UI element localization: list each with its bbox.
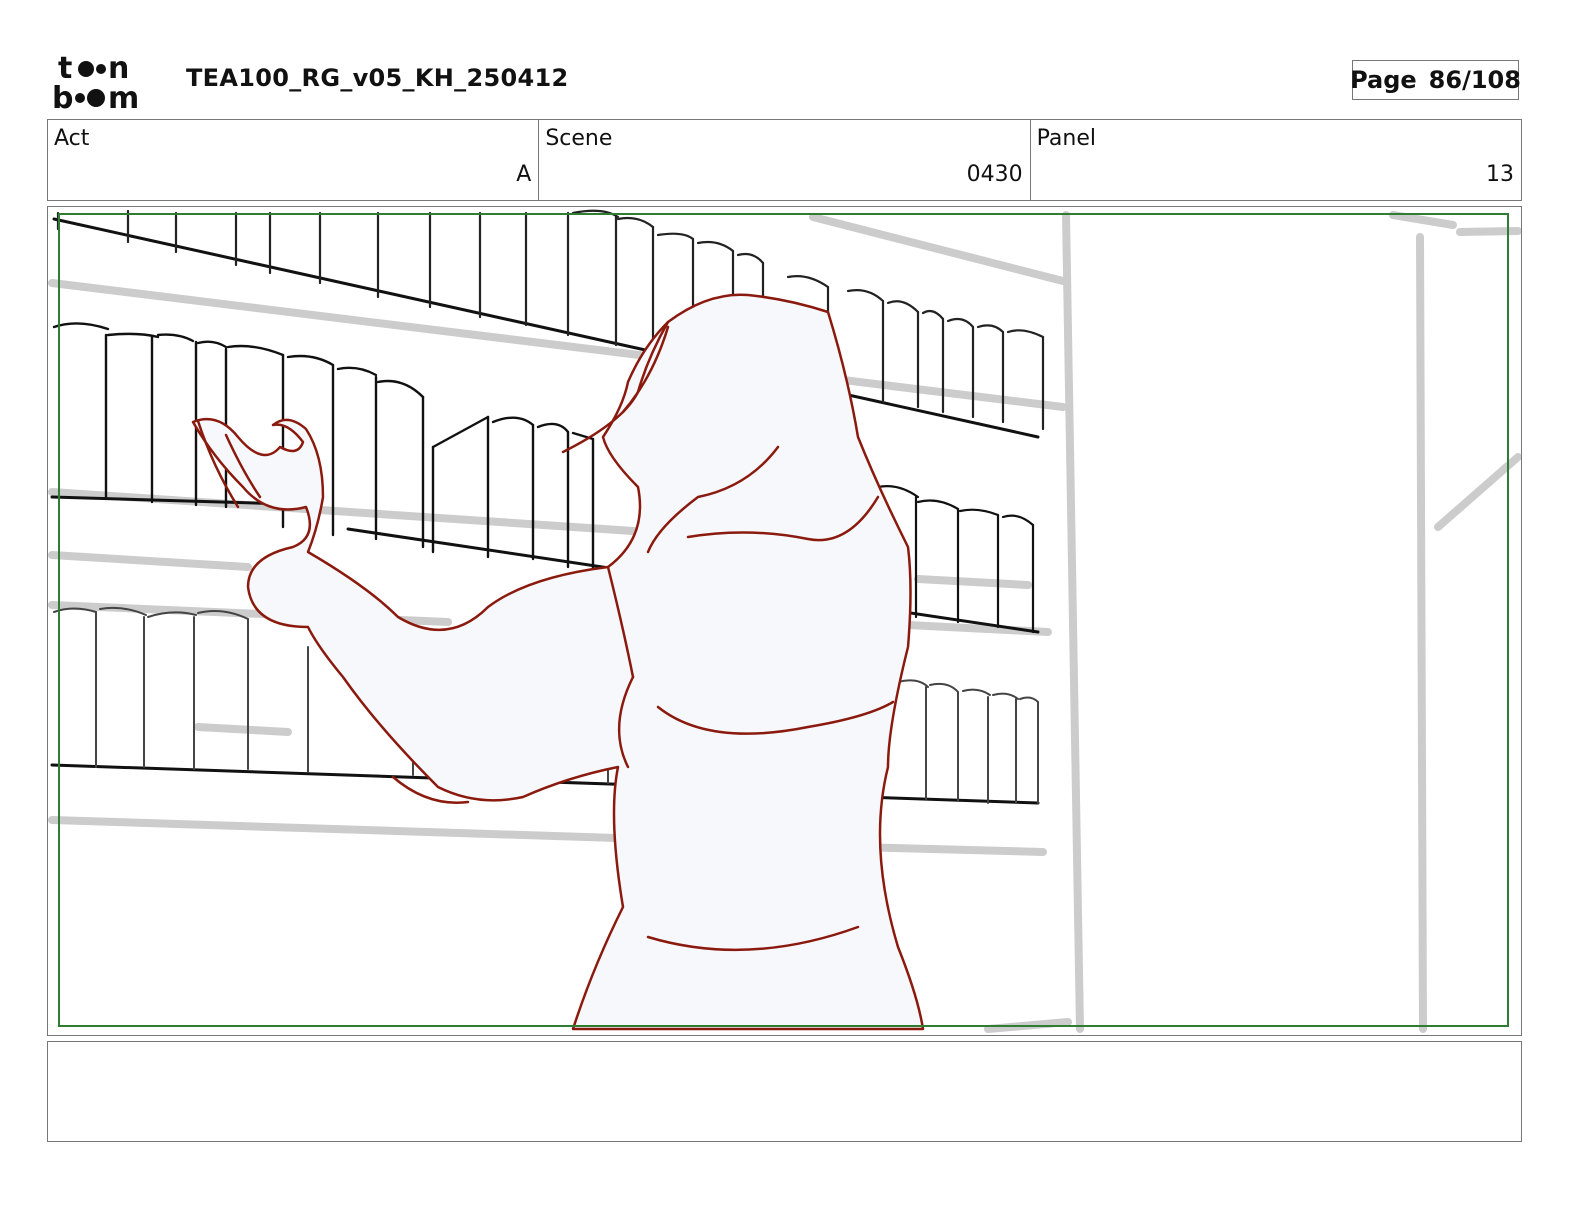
storyboard-panel-image: [47, 206, 1522, 1036]
act-cell: Act A: [48, 120, 540, 200]
document-title: TEA100_RG_v05_KH_250412: [186, 64, 569, 92]
page-label: Page: [1350, 66, 1417, 94]
svg-text:b: b: [52, 81, 73, 112]
panel-info-row: Act A Scene 0430 Panel 13: [47, 119, 1522, 201]
page-number: 86/108: [1428, 66, 1521, 94]
storyboard-sketch: [48, 209, 1521, 1033]
scene-value: 0430: [966, 162, 1023, 187]
toon-boom-logo: t n b m: [52, 51, 164, 116]
panel-value: 13: [1485, 162, 1514, 187]
svg-text:m: m: [108, 81, 139, 112]
scene-label: Scene: [545, 126, 613, 151]
page-indicator: Page 86/108: [1350, 60, 1521, 100]
act-label: Act: [54, 126, 90, 151]
panel-notes: [47, 1041, 1522, 1142]
act-value: A: [516, 162, 532, 187]
panel-label: Panel: [1036, 126, 1097, 151]
scene-cell: Scene 0430: [539, 120, 1031, 200]
panel-cell: Panel 13: [1031, 120, 1521, 200]
